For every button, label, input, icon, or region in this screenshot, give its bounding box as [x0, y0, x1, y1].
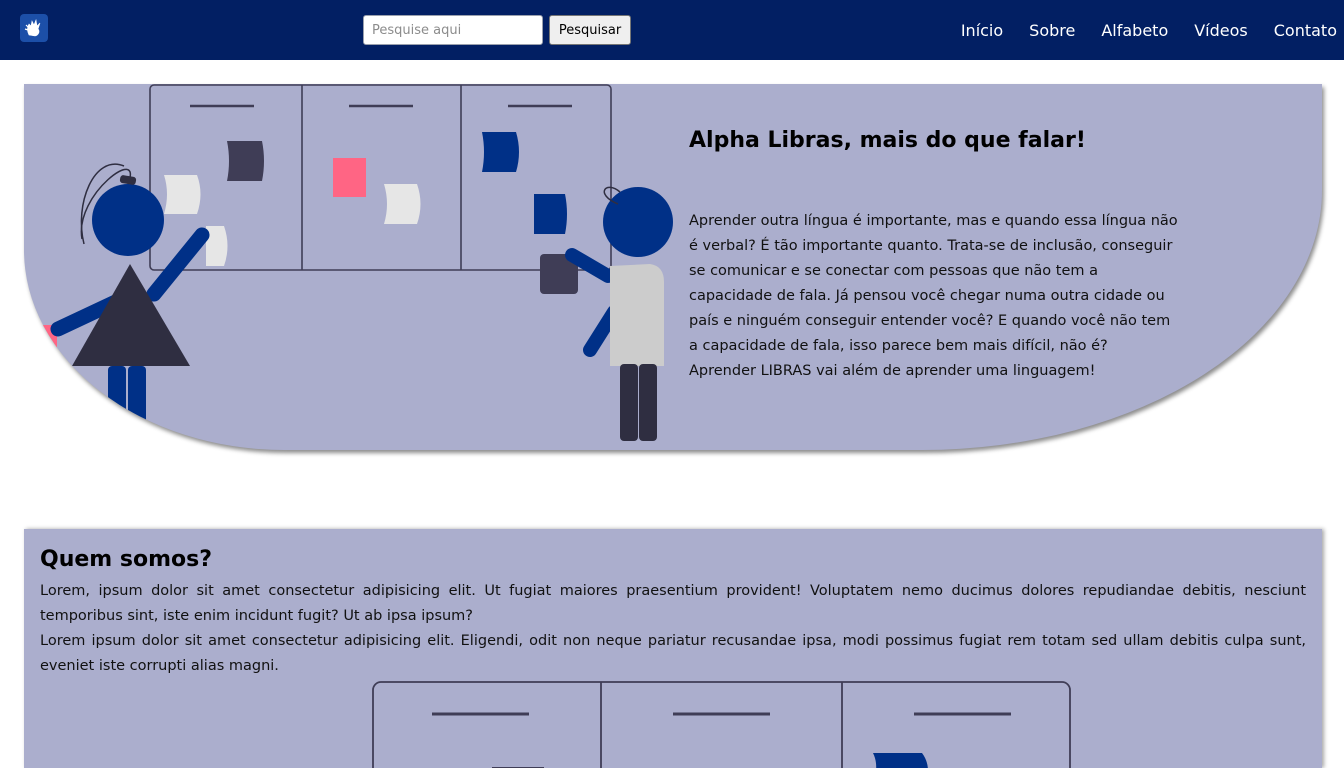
nav-link-videos[interactable]: Vídeos [1194, 21, 1248, 40]
nav-link-contato[interactable]: Contato [1274, 21, 1337, 40]
nav-link-alfabeto[interactable]: Alfabeto [1101, 21, 1168, 40]
hero-section: Alpha Libras, mais do que falar! Aprende… [24, 84, 1322, 450]
top-navbar: Pesquisar Início Sobre Alfabeto Vídeos C… [0, 0, 1344, 60]
hero-title: Alpha Libras, mais do que falar! [689, 128, 1086, 153]
about-section: Quem somos? Lorem, ipsum dolor sit amet … [24, 529, 1322, 768]
about-title: Quem somos? [40, 547, 212, 572]
kanban-team-illustration [24, 84, 673, 441]
search-input[interactable] [363, 15, 543, 45]
kanban-board-illustration [372, 681, 1071, 768]
about-paragraph-1: Lorem, ipsum dolor sit amet consectetur … [40, 583, 1306, 624]
nav-link-inicio[interactable]: Início [961, 21, 1003, 40]
main-nav: Início Sobre Alfabeto Vídeos Contato [935, 0, 1337, 60]
about-paragraph-2: Lorem ipsum dolor sit amet consectetur a… [40, 633, 1306, 674]
nav-link-sobre[interactable]: Sobre [1029, 21, 1075, 40]
hero-description: Aprender outra língua é importante, mas … [689, 213, 1178, 379]
search-button[interactable]: Pesquisar [549, 15, 631, 45]
sign-language-logo-icon[interactable] [20, 14, 48, 42]
